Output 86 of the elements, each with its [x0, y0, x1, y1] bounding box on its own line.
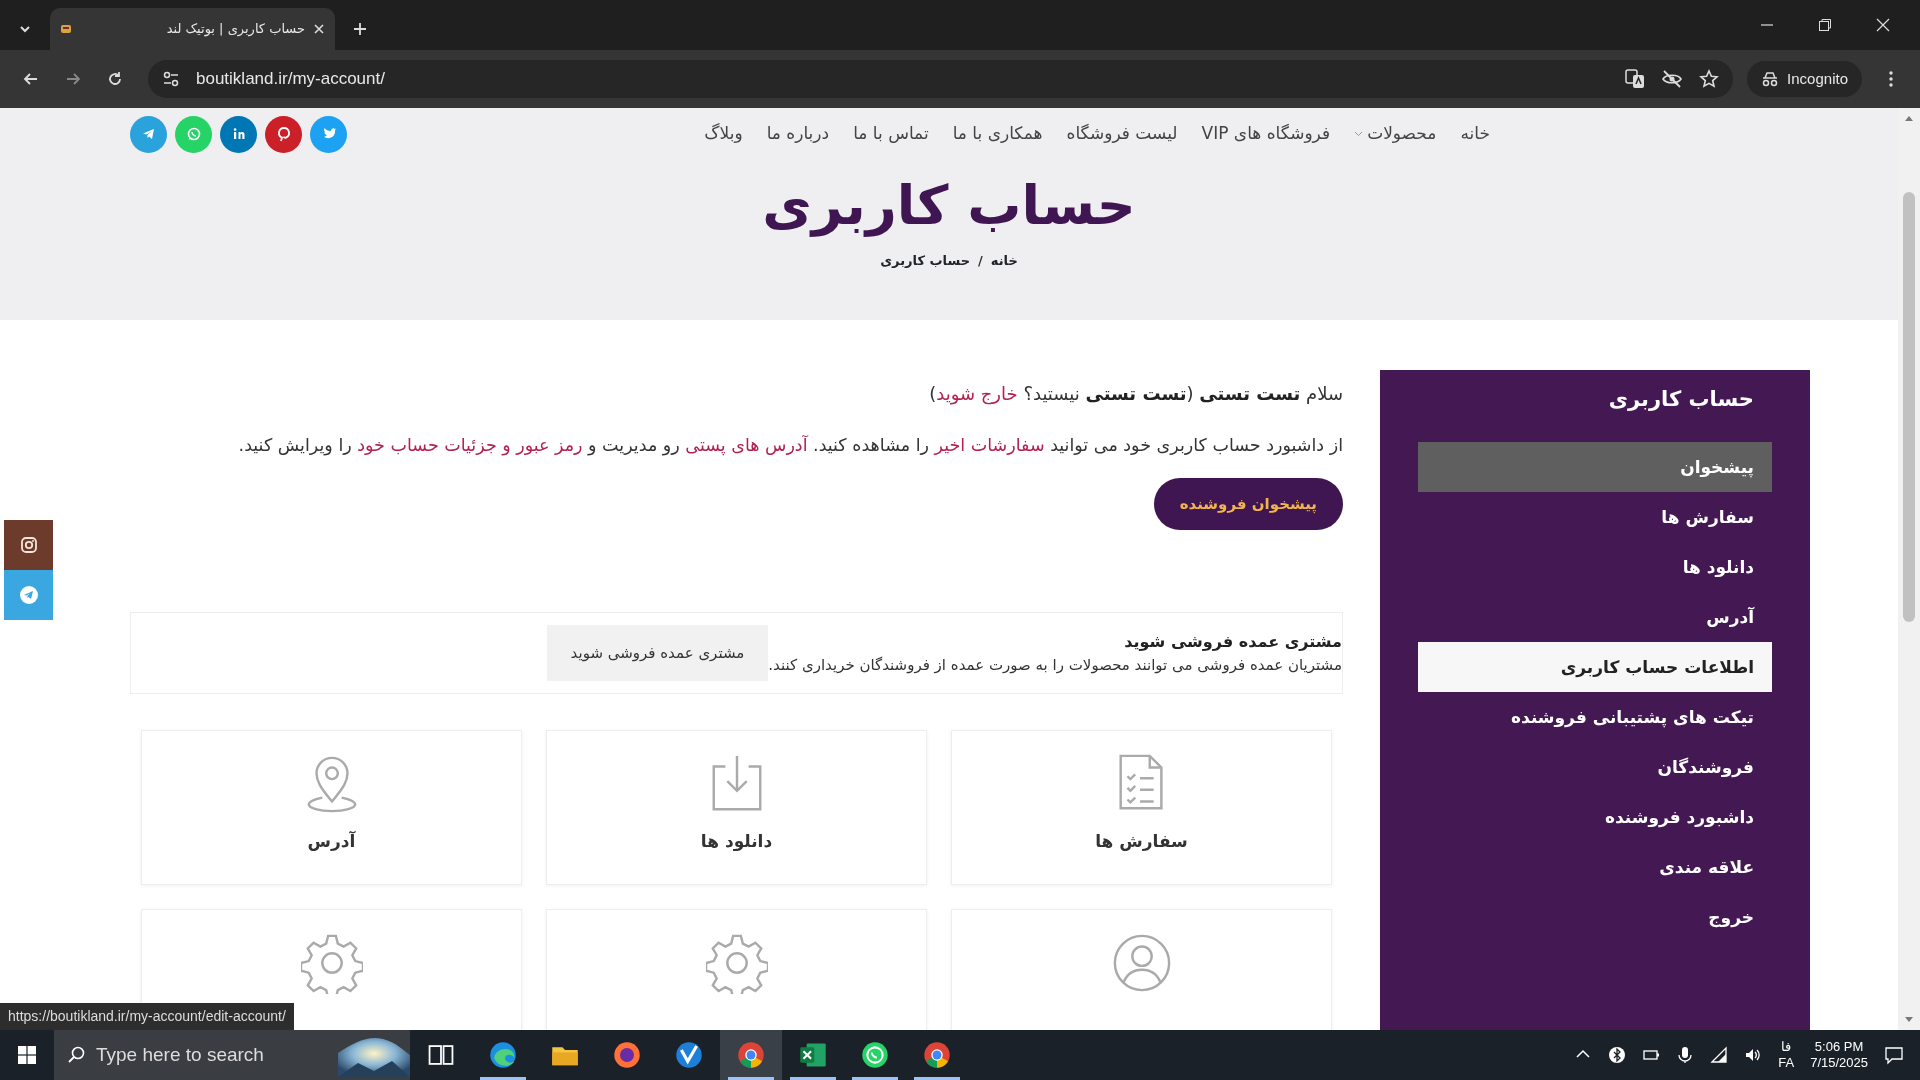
scroll-up-arrow-icon	[1904, 114, 1914, 122]
seller-dashboard-button[interactable]: پیشخوان فروشنده	[1153, 478, 1343, 531]
sidebar-title: حساب کاربری	[1607, 386, 1755, 413]
taskbar-search-field[interactable]: Type here to search	[54, 1030, 410, 1080]
more-icon	[1889, 71, 1893, 87]
link-status-url: https://boutikland.ir/my-account/edit-account/	[0, 1003, 294, 1030]
eye-slash-icon[interactable]	[1661, 69, 1684, 89]
firefox-icon	[613, 1041, 641, 1069]
browser-tab[interactable]: حساب کاربری | بوتیک لند	[50, 8, 335, 50]
sidebar-item[interactable]: علاقه مندی	[1418, 841, 1772, 892]
site-settings-icon[interactable]	[162, 70, 180, 88]
gear-icon	[705, 932, 768, 995]
pinterest-link[interactable]	[265, 115, 302, 153]
sidebar-item[interactable]: سفارش ها	[1418, 491, 1772, 542]
instagram-icon	[19, 536, 38, 554]
star-icon[interactable]	[1699, 69, 1720, 89]
page-title: حساب کاربری	[762, 174, 1136, 239]
telegram-icon	[18, 585, 39, 605]
inline-link[interactable]: آدرس های پستی	[685, 435, 808, 455]
close-icon	[1876, 18, 1890, 32]
dashboard-tile[interactable]: سفارش ها	[951, 730, 1332, 886]
restore-icon	[1818, 18, 1832, 32]
whatsapp-icon	[861, 1041, 889, 1069]
chrome-icon	[923, 1041, 951, 1069]
taskbar-clock[interactable]: 5:06 PM 7/15/2025	[1810, 1038, 1868, 1072]
twitter-link[interactable]	[310, 115, 347, 153]
tile-label: دانلود ها	[700, 830, 773, 854]
inline-link[interactable]: رمز عبور و جزئیات حساب خود	[357, 435, 583, 455]
incognito-icon	[1761, 71, 1780, 87]
dashboard-tile[interactable]: دانلود ها	[546, 730, 927, 886]
tile-label: سفارش ها	[1095, 830, 1188, 854]
spreadsheet-icon	[799, 1041, 827, 1069]
url-text: boutikland.ir/my-account/	[196, 68, 386, 91]
chrome-icon	[737, 1041, 765, 1069]
breadcrumb-current: حساب کاربری	[880, 251, 971, 270]
address-bar[interactable]: boutikland.ir/my-account/	[148, 60, 1734, 98]
sidebar-item[interactable]: تیکت های پشتیبانی فروشنده	[1418, 691, 1772, 742]
notification-icon[interactable]	[1884, 1045, 1904, 1065]
close-icon[interactable]	[313, 23, 325, 35]
sidebar-item[interactable]: پیشخوان	[1418, 441, 1772, 492]
incognito-indicator[interactable]: Incognito	[1747, 61, 1862, 97]
breadcrumb-separator: /	[978, 251, 983, 270]
sidebar-item[interactable]: اطلاعات حساب کاربری	[1418, 641, 1772, 692]
gear-icon	[300, 932, 363, 995]
sidebar-item[interactable]: آدرس	[1418, 591, 1772, 642]
inline-link[interactable]: سفارشات اخیر	[934, 435, 1045, 455]
wifi-icon[interactable]	[1710, 1046, 1729, 1064]
breadcrumb-link[interactable]: خانه	[990, 250, 1018, 271]
translate-icon[interactable]	[1625, 69, 1646, 89]
scrollbar-thumb[interactable]	[1903, 192, 1915, 622]
taskbar-app-button[interactable]	[720, 1030, 782, 1080]
dashboard-tile[interactable]: آدرس	[141, 730, 522, 886]
nav-link[interactable]: وبلاگ	[704, 121, 743, 147]
nav-link[interactable]: محصولات	[1354, 121, 1437, 147]
sidebar-item[interactable]: داشبورد فروشنده	[1418, 791, 1772, 842]
nav-link[interactable]: خانه	[1460, 121, 1490, 147]
sidebar-item[interactable]: خروج	[1418, 891, 1772, 942]
caret-down-icon	[1354, 131, 1364, 137]
sidebar-item[interactable]: فروشندگان	[1418, 741, 1772, 792]
telegram-link[interactable]	[130, 115, 167, 153]
microphone-icon[interactable]	[1676, 1046, 1695, 1064]
nav-link[interactable]: درباره ما	[766, 121, 830, 147]
sidebar-item[interactable]: دانلود ها	[1418, 541, 1772, 592]
welcome-text: سلام تست تستی ( تست تستی نیستید؟ خارج شوید)	[928, 382, 1343, 407]
linkedin-link[interactable]	[220, 115, 257, 153]
bluetooth-icon[interactable]	[1608, 1046, 1627, 1064]
become-wholesale-button[interactable]: مشتری عمده فروشی شوید	[546, 625, 769, 682]
site-favicon-icon	[60, 23, 72, 35]
edge-icon	[489, 1041, 517, 1069]
search-icon	[68, 1046, 86, 1064]
nav-link[interactable]: لیست فروشگاه	[1066, 121, 1178, 147]
checkmark-app-icon	[675, 1041, 703, 1069]
scroll-down-arrow-icon	[1904, 1016, 1914, 1024]
reload-icon	[106, 70, 124, 88]
inline-link[interactable]: خارج شوید	[936, 383, 1018, 404]
nav-link[interactable]: فروشگاه های VIP	[1201, 121, 1331, 147]
nav-link[interactable]: همکاری با ما	[952, 121, 1043, 147]
tab-title: حساب کاربری | بوتیک لند	[165, 20, 305, 39]
instagram-link[interactable]	[4, 520, 53, 570]
tile-label: آدرس	[307, 830, 356, 854]
wholesale-title: مشتری عمده فروشی شوید	[1123, 631, 1342, 653]
windows-logo-icon	[18, 1046, 36, 1064]
nav-link[interactable]: تماس با ما	[853, 121, 929, 147]
dashboard-intro-text: از داشبورد حساب کاربری خود می توانید سفارشات اخیر را مشاهده کنید. آدرس های پستی رو مدیریت و رمز عبور و جزئیات حساب خود را ویرایش کنید.	[237, 434, 1343, 458]
plus-icon	[353, 22, 367, 36]
wholesale-description: مشتریان عمده فروشی می توانند محصولات را به صورت عمده از فروشندگان خریداری کنند.	[768, 655, 1342, 676]
